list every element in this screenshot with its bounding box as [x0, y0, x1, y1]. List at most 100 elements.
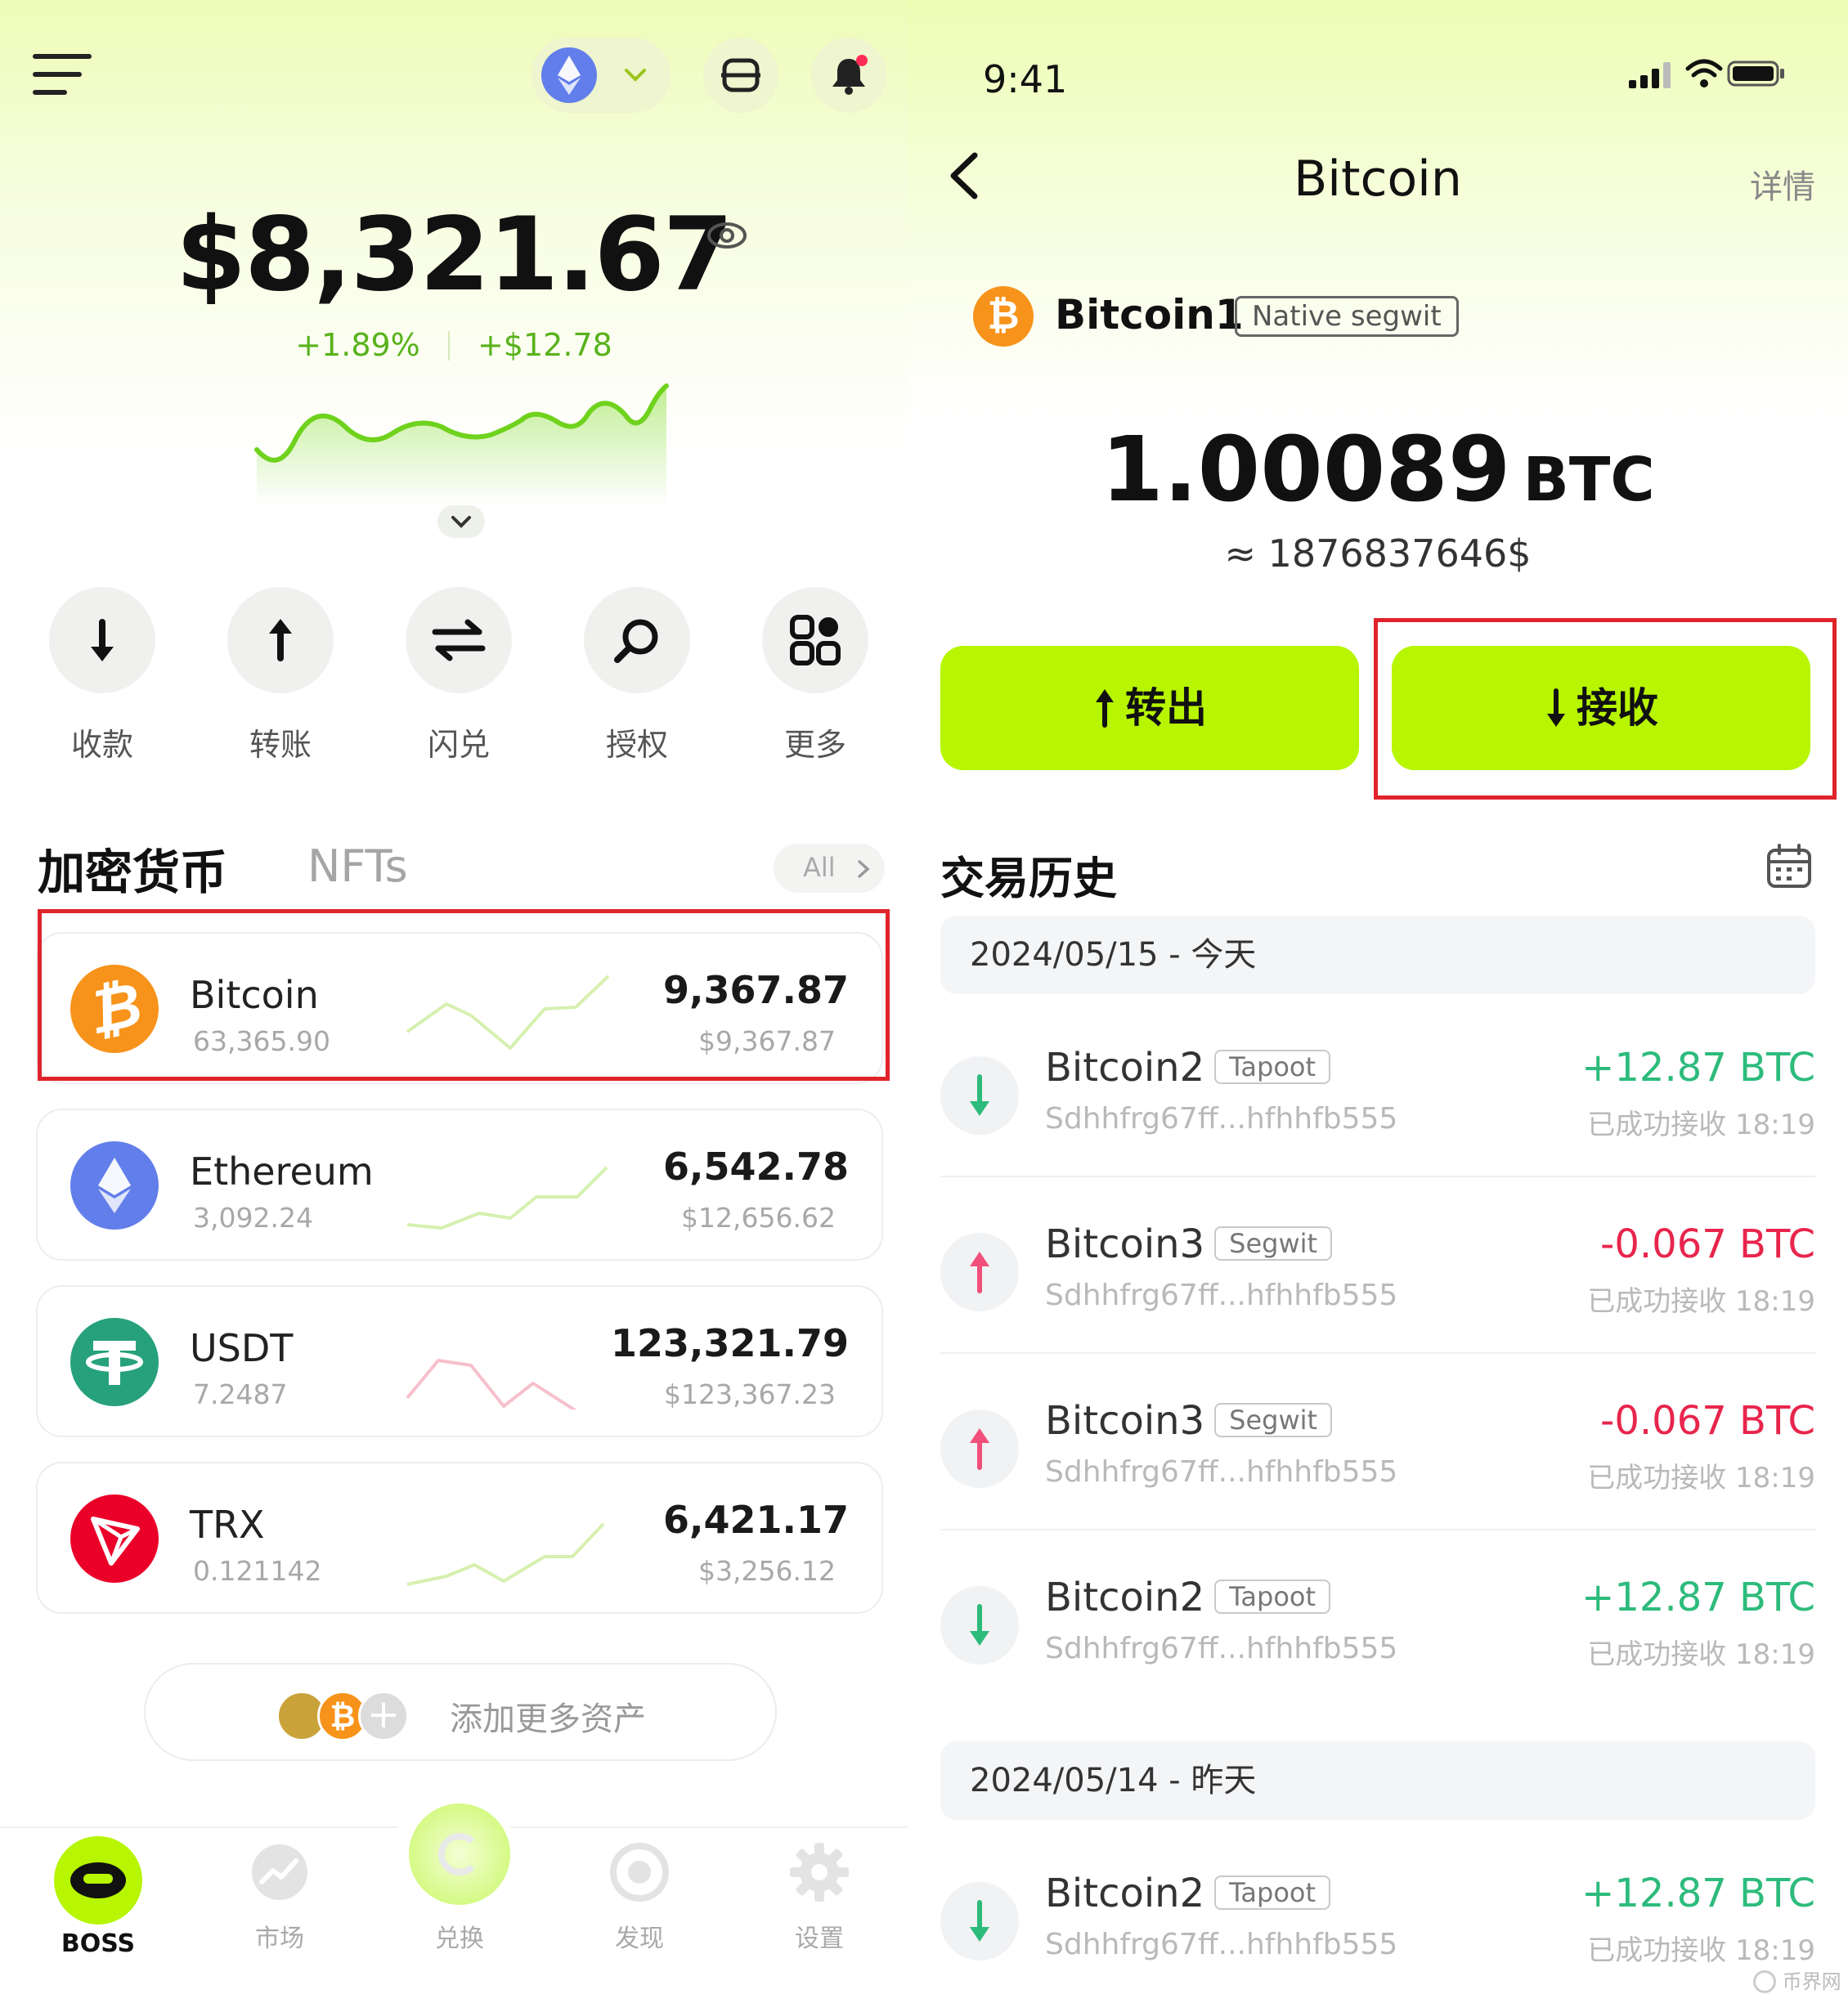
chevron-down-icon [451, 516, 471, 528]
tx-amount: +12.87 BTC [1581, 1871, 1815, 1916]
signal-icon [1629, 62, 1671, 88]
account-tag: Native segwit [1235, 296, 1459, 337]
bitcoin-icon: ₿ [973, 286, 1034, 347]
asset-amount: 123,321.79 [610, 1321, 849, 1365]
asset-name: USDT [190, 1326, 294, 1370]
detail-link[interactable]: 详情 [1750, 160, 1815, 208]
asset-row-ethereum[interactable]: Ethereum 3,092.24 6,542.78 $12,656.62 [36, 1109, 883, 1261]
divider [940, 1529, 1815, 1530]
nav-label: BOSS [61, 1929, 136, 1958]
account-name: Bitcoin1 [1055, 291, 1244, 338]
transaction-row[interactable]: Bitcoin3 Segwit Sdhhfrg67ff...hfhhfb555 -… [940, 1190, 1815, 1354]
fiat-value: ≈ 1876837646$ [1224, 531, 1532, 576]
transfer-label: 转账 [249, 727, 312, 763]
asset-value: $3,256.12 [698, 1555, 836, 1587]
battery-icon [1727, 60, 1784, 87]
ethereum-icon [70, 1141, 159, 1230]
calendar-icon[interactable] [1765, 842, 1814, 891]
tab-nfts[interactable]: NFTs [307, 840, 408, 892]
history-title: 交易历史 [940, 853, 1117, 904]
chevron-down-icon [625, 69, 646, 82]
asset-name: TRX [190, 1503, 265, 1547]
discover-icon [610, 1843, 669, 1902]
tx-account: Bitcoin2 [1045, 1575, 1205, 1620]
scan-icon [721, 58, 760, 92]
menu-icon[interactable] [33, 54, 92, 98]
notification-button[interactable] [811, 38, 886, 113]
page-title: Bitcoin [1294, 150, 1462, 208]
nav-exchange[interactable]: 兑换 [394, 1804, 525, 1954]
send-button[interactable]: 转出 [940, 646, 1359, 770]
plus-icon: + [358, 1691, 409, 1741]
tx-status: 已成功接收 18:19 [1587, 1462, 1815, 1494]
tx-status: 已成功接收 18:19 [1587, 1109, 1815, 1141]
nav-discover[interactable]: 发现 [574, 1839, 705, 1954]
nav-label: 兑换 [435, 1925, 484, 1953]
asset-amount: 6,421.17 [663, 1498, 849, 1542]
tx-amount: -0.067 BTC [1600, 1398, 1815, 1444]
asset-row-usdt[interactable]: USDT 7.2487 123,321.79 $123,367.23 [36, 1285, 883, 1437]
receive-action[interactable] [49, 587, 155, 693]
nav-boss[interactable]: BOSS [33, 1836, 164, 1958]
sparkline [406, 1166, 608, 1230]
asset-amount: 6,542.78 [663, 1145, 849, 1189]
eye-icon[interactable] [705, 219, 749, 252]
tether-icon [70, 1318, 159, 1406]
transaction-row[interactable]: Bitcoin2 Tapoot Sdhhfrg67ff...hfhhfb555 +… [940, 1544, 1815, 1707]
swap-icon [432, 619, 486, 661]
grid-icon [790, 615, 841, 665]
nav-market[interactable]: 市场 [214, 1839, 345, 1954]
incoming-arrow-icon [940, 1056, 1019, 1135]
watermark: 币界网 [1753, 1965, 1841, 1995]
tx-status: 已成功接收 18:19 [1587, 1285, 1815, 1318]
transaction-row[interactable]: Bitcoin3 Segwit Sdhhfrg67ff...hfhhfb555 -… [940, 1367, 1815, 1530]
asset-name: Ethereum [190, 1149, 374, 1194]
balance-chart [254, 383, 669, 507]
nav-label: 市场 [255, 1925, 304, 1953]
expand-chart-button[interactable] [437, 505, 485, 538]
exchange-icon [409, 1804, 510, 1905]
incoming-arrow-icon [940, 1882, 1019, 1960]
asset-row-trx[interactable]: TRX 0.121142 6,421.17 $3,256.12 [36, 1462, 883, 1614]
outgoing-arrow-icon [940, 1233, 1019, 1311]
send-label: 转出 [1125, 684, 1207, 732]
nav-label: 发现 [615, 1925, 664, 1953]
bitcoin-detail-screen: 9:41 Bitcoin 详情 ₿ Bitcoin1 Native segwit… [908, 0, 1848, 2003]
more-label: 更多 [783, 727, 846, 763]
asset-price: 0.121142 [193, 1555, 322, 1587]
transaction-row[interactable]: Bitcoin2 Tapoot Sdhhfrg67ff...hfhhfb555 +… [940, 1839, 1815, 2003]
more-action[interactable] [762, 587, 868, 693]
asset-price: 7.2487 [193, 1378, 288, 1410]
swap-label: 闪兑 [427, 727, 490, 763]
nav-label: 设置 [795, 1925, 844, 1953]
arrow-up-icon [1096, 689, 1114, 728]
tx-status: 已成功接收 18:19 [1587, 1934, 1815, 1967]
tx-address: Sdhhfrg67ff...hfhhfb555 [1045, 1928, 1398, 1961]
tx-address: Sdhhfrg67ff...hfhhfb555 [1045, 1279, 1398, 1312]
divider [940, 1352, 1815, 1354]
swap-action[interactable] [406, 587, 512, 693]
nav-settings[interactable]: 设置 [754, 1839, 885, 1954]
network-selector[interactable] [532, 38, 671, 113]
watermark-logo-icon [1753, 1970, 1776, 1993]
total-balance: $8,321.67 [175, 196, 733, 314]
transaction-row[interactable]: Bitcoin2 Tapoot Sdhhfrg67ff...hfhhfb555 +… [940, 1014, 1815, 1177]
date-header: 2024/05/15 - 今天 [940, 916, 1815, 994]
sparkline [406, 1359, 577, 1409]
transfer-action[interactable] [227, 587, 334, 693]
tx-amount: -0.067 BTC [1600, 1221, 1815, 1267]
highlight-box [38, 909, 890, 1081]
arrow-up-icon [269, 619, 292, 661]
search-icon [614, 619, 658, 663]
highlight-box [1374, 618, 1837, 800]
all-assets-button[interactable]: All [774, 844, 885, 893]
authorize-label: 授权 [605, 727, 668, 763]
add-assets-button[interactable]: ₿ + 添加更多资产 [144, 1663, 777, 1761]
scan-button[interactable] [703, 38, 778, 113]
tab-crypto[interactable]: 加密货币 [38, 834, 227, 903]
asset-value: $12,656.62 [681, 1202, 836, 1234]
authorize-action[interactable] [584, 587, 690, 693]
chevron-right-icon [858, 860, 870, 878]
change-amount: +$12.78 [477, 327, 612, 363]
balance-value: 1.00089 [1101, 417, 1511, 522]
